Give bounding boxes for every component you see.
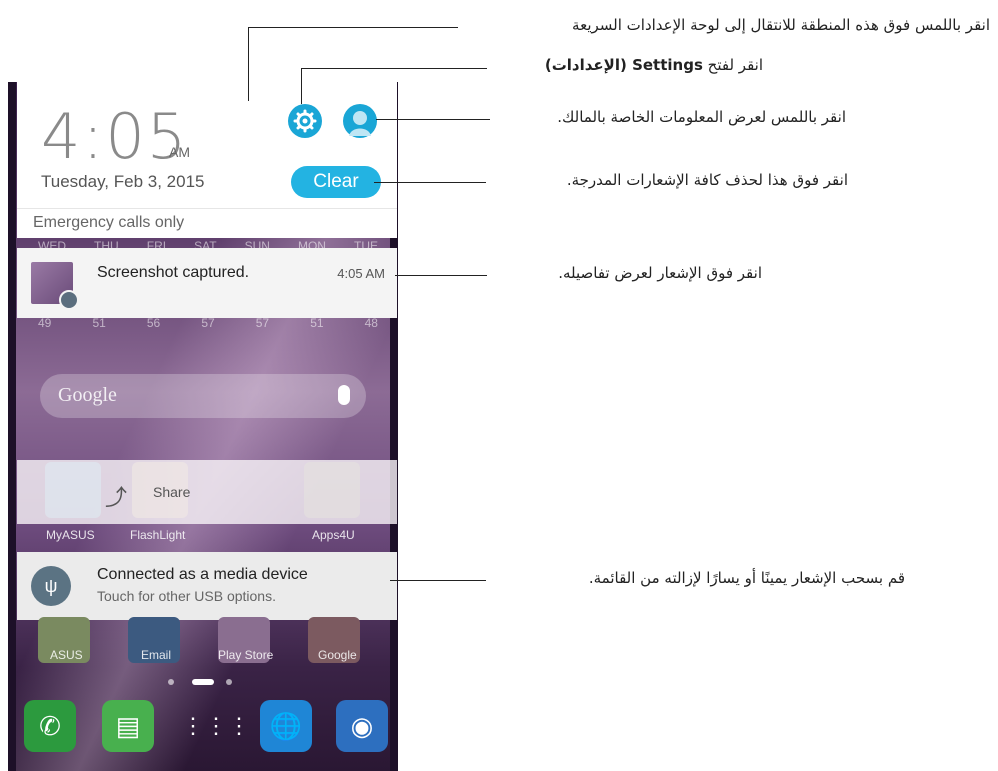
person-icon — [349, 111, 371, 136]
share-action[interactable]: ⤴ Share — [17, 460, 397, 524]
temperature-label: 57 — [201, 316, 215, 330]
temperature-label: 51 — [92, 316, 106, 330]
callout-line — [376, 119, 490, 120]
temperature-label: 56 — [146, 316, 161, 330]
app-label: Apps4U — [312, 528, 355, 542]
callout-line — [390, 580, 486, 581]
dock: ✆ ▤ ⋮⋮⋮ 🌐 ◉ — [24, 700, 388, 756]
callout-settings-prefix: انقر لفتح — [707, 56, 763, 74]
callout-owner: انقر باللمس لعرض المعلومات الخاصة بالمال… — [557, 108, 846, 126]
phone-edge-left — [8, 82, 16, 771]
page-dot — [226, 679, 232, 685]
emergency-calls-status: Emergency calls only — [17, 208, 397, 238]
app-label: FlashLight — [130, 528, 186, 542]
temperature-label: 48 — [364, 316, 378, 330]
callout-line — [301, 68, 487, 69]
app-label: Email — [141, 648, 172, 662]
page-indicator — [168, 679, 238, 685]
microphone-icon[interactable] — [338, 385, 350, 405]
gear-icon — [293, 109, 317, 133]
clock-ampm: AM — [169, 144, 190, 160]
callout-settings: انقر لفتح Settings (الإعدادات) — [545, 56, 763, 74]
notification-time: 4:05 AM — [337, 266, 385, 281]
clock-date: Tuesday, Feb 3, 2015 — [41, 172, 205, 191]
app-label: MyASUS — [46, 528, 95, 542]
phone-icon[interactable]: ✆ — [24, 700, 76, 752]
usb-notification-subtitle: Touch for other USB options. — [97, 588, 276, 604]
callout-quick-settings: انقر باللمس فوق هذه المنطقة للانتقال إلى… — [572, 16, 990, 34]
callout-settings-bold: Settings (الإعدادات) — [544, 56, 703, 74]
weather-temperatures: 49 51 56 57 57 51 48 — [38, 316, 378, 330]
screenshot-notification[interactable]: Screenshot captured. 4:05 AM — [17, 248, 397, 318]
app-drawer-icon[interactable]: ⋮⋮⋮ — [182, 700, 250, 752]
quick-settings-panel[interactable]: 4:05 AM Tuesday, Feb 3, 2015 Clear — [17, 82, 397, 208]
callout-line — [248, 27, 458, 28]
share-icon: ⤴ — [105, 485, 128, 510]
browser-icon[interactable]: 🌐 — [260, 700, 312, 752]
notification-title: Screenshot captured. — [97, 264, 250, 281]
callout-line — [374, 182, 486, 183]
temperature-label: 51 — [310, 316, 324, 330]
app-label: Play Store — [218, 648, 274, 662]
page-dot-active — [192, 679, 214, 685]
usb-icon: ψ — [31, 566, 71, 606]
clear-button[interactable]: Clear — [291, 166, 381, 198]
callout-line — [301, 68, 302, 104]
usb-notification-title: Connected as a media device — [97, 566, 308, 583]
callout-clear: انقر فوق هذا لحذف كافة الإشعارات المدرجة… — [566, 171, 848, 189]
clock-time: 4:05 — [41, 100, 189, 173]
app-label: ASUS — [50, 648, 83, 662]
google-search-label: Google — [58, 384, 117, 406]
temperature-label: 49 — [38, 316, 52, 330]
owner-profile-button[interactable] — [343, 104, 377, 138]
messages-icon[interactable]: ▤ — [102, 700, 154, 752]
settings-button[interactable] — [288, 104, 322, 138]
gallery-icon — [59, 290, 79, 310]
page-dot — [168, 679, 174, 685]
camera-icon[interactable]: ◉ — [336, 700, 388, 752]
phone-screen: 4:05 AM Tuesday, Feb 3, 2015 Clear Emerg… — [8, 82, 398, 771]
callout-line — [248, 27, 249, 101]
callout-notification: انقر فوق الإشعار لعرض تفاصيله. — [558, 264, 762, 282]
temperature-label: 57 — [255, 316, 270, 330]
callout-line — [395, 275, 487, 276]
callout-swipe: قم بسحب الإشعار يمينًا أو يسارًا لإزالته… — [588, 569, 905, 587]
usb-notification[interactable]: ψ Connected as a media device Touch for … — [17, 552, 397, 620]
google-search-bar[interactable]: Google — [40, 374, 366, 418]
share-label: Share — [153, 484, 191, 500]
app-label: Google — [318, 648, 357, 662]
